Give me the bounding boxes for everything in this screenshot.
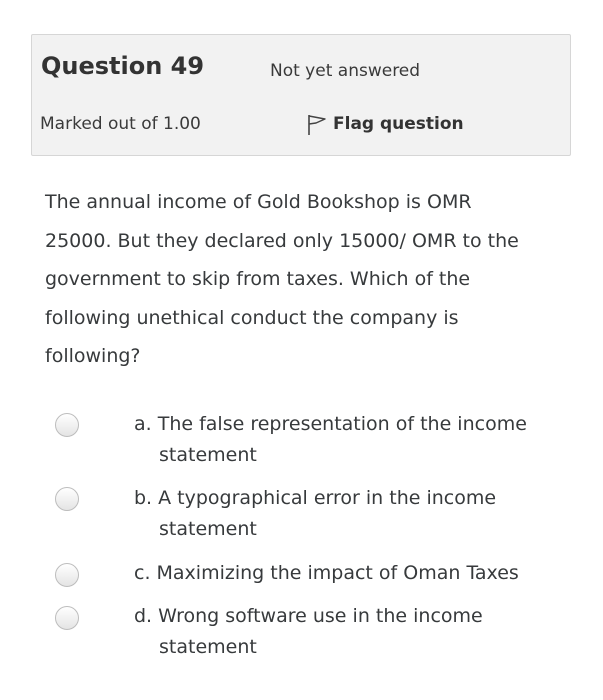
answer-label-d[interactable]: d. Wrong software use in the income stat…: [134, 601, 574, 663]
question-state: Not yet answered: [270, 61, 421, 81]
answer-label-line: d. Wrong software use in the income: [134, 605, 483, 627]
answer-label-line: statement: [159, 444, 257, 466]
question-info-panel: Question 49 Not yet answered Marked out …: [31, 34, 571, 156]
radio-unchecked-icon[interactable]: [55, 413, 79, 437]
answer-label-c[interactable]: c. Maximizing the impact of Oman Taxes: [134, 558, 574, 589]
radio-unchecked-icon[interactable]: [55, 563, 79, 587]
question-text-line: 25000. But they declared only 15000/ OMR…: [45, 229, 519, 252]
flag-question-button[interactable]: Flag question: [306, 111, 464, 137]
answer-label-line: c. Maximizing the impact of Oman Taxes: [134, 562, 519, 584]
answer-label-a[interactable]: a. The false representation of the incom…: [134, 409, 574, 471]
question-text-line: following?: [45, 345, 141, 367]
flag-question-label: Flag question: [333, 114, 464, 134]
question-text-line: The annual income of Gold Bookshop is OM…: [45, 191, 472, 213]
radio-unchecked-icon[interactable]: [55, 606, 79, 630]
radio-unchecked-icon[interactable]: [55, 487, 79, 511]
question-text-line: following unethical conduct the company …: [45, 306, 459, 329]
flag-icon: [306, 111, 328, 137]
question-text: The annual income of Gold Bookshop is OM…: [45, 183, 565, 376]
answer-label-b[interactable]: b. A typographical error in the income s…: [134, 483, 574, 545]
answer-label-line: a. The false representation of the incom…: [134, 413, 527, 435]
question-text-line: government to skip from taxes. Which of …: [45, 268, 471, 290]
answer-label-line: statement: [159, 518, 257, 540]
question-number: Question 49: [41, 52, 205, 80]
question-grade: Marked out of 1.00: [40, 114, 201, 134]
answer-label-line: b. A typographical error in the income: [134, 487, 497, 509]
answer-label-line: statement: [159, 636, 257, 658]
